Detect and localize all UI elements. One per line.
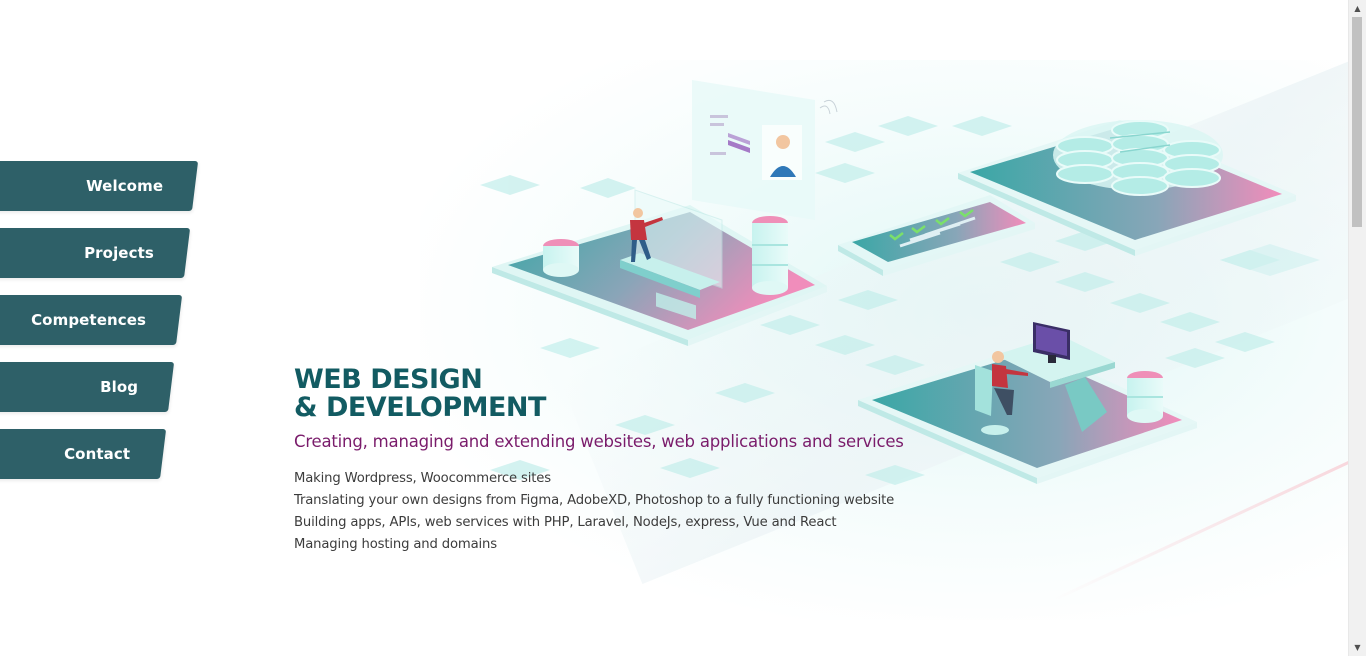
nav-item-label: Welcome [86, 177, 164, 195]
hero-title: WEB DESIGN & DEVELOPMENT [294, 366, 914, 422]
nav-item-projects[interactable]: Projects [0, 228, 191, 278]
hero-title-line-1: WEB DESIGN [294, 364, 483, 395]
nav-item-label: Contact [64, 445, 131, 463]
service-item: Building apps, APIs, web services with P… [294, 515, 837, 530]
hero-section: WEB DESIGN & DEVELOPMENT Creating, manag… [294, 366, 914, 556]
scrollbar-thumb[interactable] [1352, 17, 1362, 227]
scroll-down-arrow-icon[interactable]: ▼ [1349, 639, 1366, 656]
nav-item-competences[interactable]: Competences [0, 295, 183, 345]
nav-item-welcome[interactable]: Welcome [0, 161, 199, 211]
nav-item-label: Competences [31, 311, 147, 329]
nav-item-blog[interactable]: Blog [0, 362, 175, 412]
hero-subtitle: Creating, managing and extending website… [294, 432, 904, 451]
nav-item-label: Projects [84, 244, 155, 262]
page: Welcome Projects Competences Blog Contac… [0, 0, 1366, 656]
hero-title-line-2: & DEVELOPMENT [294, 392, 546, 423]
service-item: Managing hosting and domains [294, 537, 497, 552]
service-item: Translating your own designs from Figma,… [294, 493, 895, 508]
vertical-scrollbar[interactable]: ▲ ▼ [1348, 0, 1366, 656]
scroll-up-arrow-icon[interactable]: ▲ [1349, 0, 1366, 17]
nav-item-label: Blog [100, 378, 139, 396]
platform-checklist [838, 195, 1035, 276]
profile-card [692, 80, 838, 220]
nav-item-contact[interactable]: Contact [0, 429, 167, 479]
services-list: Making Wordpress, Woocommerce sites Tran… [294, 468, 914, 556]
service-item: Making Wordpress, Woocommerce sites [294, 471, 551, 486]
